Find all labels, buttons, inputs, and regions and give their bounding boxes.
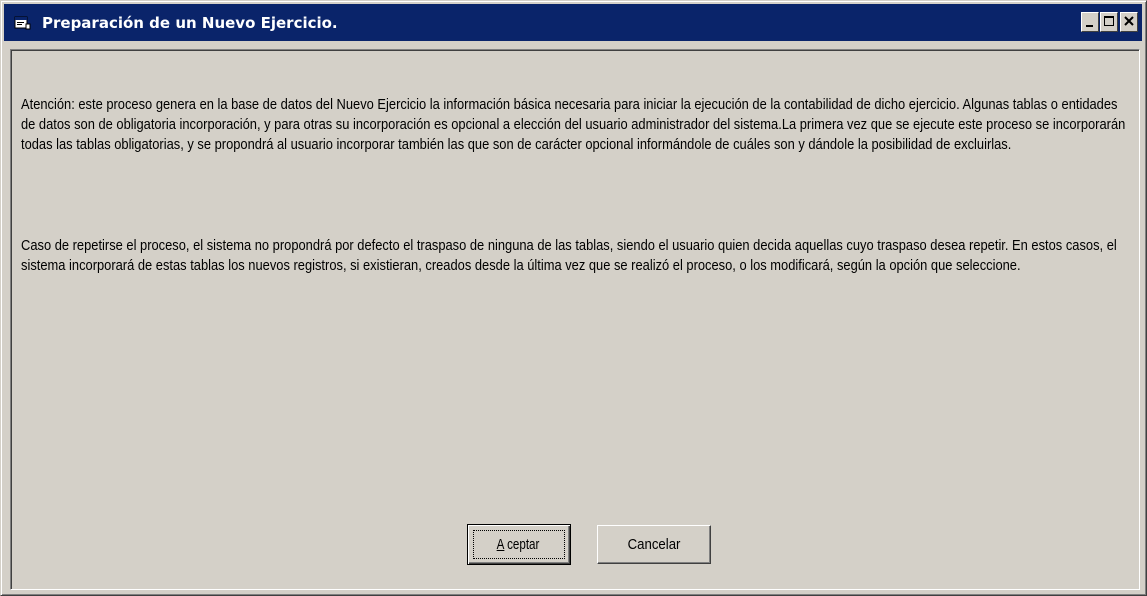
close-icon xyxy=(1124,16,1134,26)
title-bar[interactable]: Preparación de un Nuevo Ejercicio. xyxy=(4,4,1142,41)
maximize-button[interactable] xyxy=(1100,12,1118,32)
window-controls xyxy=(1080,12,1138,32)
close-button[interactable] xyxy=(1120,12,1138,32)
form-window-icon xyxy=(14,16,31,29)
maximize-icon xyxy=(1104,16,1114,26)
info-paragraph-attention: Atención: este proceso genera en la base… xyxy=(21,96,1126,153)
cancel-button[interactable]: Cancelar xyxy=(597,525,711,564)
dialog-window: Preparación de un Nuevo Ejercicio. Atenc… xyxy=(0,0,1147,596)
accept-button-label: Aceptar xyxy=(496,536,540,553)
minimize-icon xyxy=(1086,25,1093,27)
info-paragraph-repeat: Caso de repetirse el proceso, el sistema… xyxy=(21,237,1117,274)
cancel-button-label: Cancelar xyxy=(627,536,681,553)
accept-button[interactable]: Aceptar xyxy=(467,524,571,565)
window-title: Preparación de un Nuevo Ejercicio. xyxy=(42,13,338,32)
minimize-button[interactable] xyxy=(1081,12,1099,32)
content-panel: Atención: este proceso genera en la base… xyxy=(10,49,1140,590)
